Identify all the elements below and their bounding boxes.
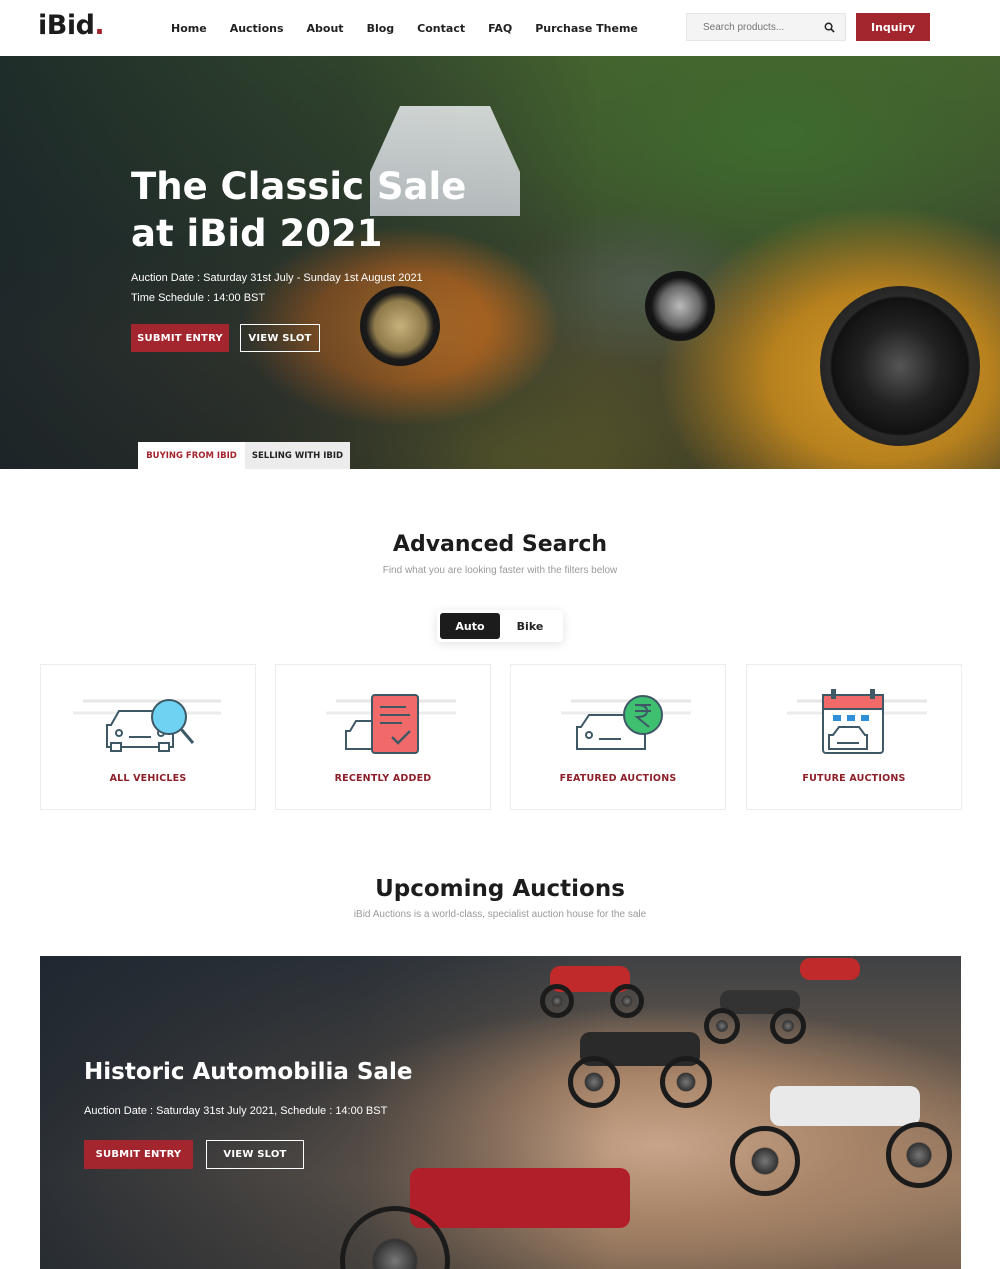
motorcycle-wheel (568, 1056, 620, 1108)
nav-faq[interactable]: FAQ (488, 22, 512, 35)
category-label: FEATURED AUCTIONS (559, 773, 677, 784)
upcoming-auctions-title: Upcoming Auctions (375, 876, 625, 902)
motorcycle-wheel (770, 1008, 806, 1044)
nav-purchase-theme[interactable]: Purchase Theme (535, 22, 638, 35)
hero-wheel (820, 286, 980, 446)
inquiry-button[interactable]: Inquiry (856, 13, 930, 41)
advanced-search-subtitle: Find what you are looking faster with th… (382, 565, 618, 576)
car-calendar-icon (787, 689, 927, 754)
category-label: RECENTLY ADDED (334, 773, 432, 784)
hero-title: The Classic Sale at iBid 2021 (131, 165, 467, 255)
motorcycle-wheel (704, 1008, 740, 1044)
toggle-bike[interactable]: Bike (500, 613, 560, 639)
motorcycle-wheel (886, 1122, 952, 1188)
banner-view-slot-button[interactable]: VIEW SLOT (206, 1140, 304, 1169)
tab-selling-with-ibid[interactable]: SELLING WITH IBID (245, 442, 350, 469)
category-card-recently-added[interactable]: RECENTLY ADDED (275, 664, 491, 810)
banner-submit-entry-button[interactable]: SUBMIT ENTRY (84, 1140, 193, 1169)
category-label: ALL VEHICLES (109, 773, 187, 784)
car-rupee-icon (561, 695, 691, 750)
auction-banner: Historic Automobilia Sale Auction Date :… (40, 956, 961, 1269)
search-input[interactable] (703, 21, 821, 33)
nav-contact[interactable]: Contact (417, 22, 465, 35)
motorcycle-image (410, 1168, 630, 1228)
hero-wheel (360, 286, 440, 366)
toggle-auto[interactable]: Auto (440, 613, 500, 639)
upcoming-auctions-subtitle: iBid Auctions is a world-class, speciali… (353, 909, 647, 920)
category-card-future-auctions[interactable]: FUTURE AUCTIONS (746, 664, 962, 810)
hero-view-slot-button[interactable]: VIEW SLOT (240, 324, 320, 352)
category-card-all-vehicles[interactable]: ALL VEHICLES (40, 664, 256, 810)
motorcycle-wheel (660, 1056, 712, 1108)
logo[interactable]: iBid. (38, 10, 105, 41)
hero-time-schedule: Time Schedule : 14:00 BST (131, 292, 266, 304)
banner-date: Auction Date : Saturday 31st July 2021, … (84, 1105, 388, 1117)
motorcycle-wheel (540, 984, 574, 1018)
tab-buying-from-ibid[interactable]: BUYING FROM IBID (138, 442, 245, 469)
main-nav: Home Auctions About Blog Contact FAQ Pur… (171, 0, 661, 56)
vehicle-type-toggle: Auto Bike (437, 610, 563, 642)
nav-home[interactable]: Home (171, 22, 207, 35)
category-card-featured-auctions[interactable]: FEATURED AUCTIONS (510, 664, 726, 810)
nav-about[interactable]: About (307, 22, 344, 35)
site-header: iBid. Home Auctions About Blog Contact F… (0, 0, 1000, 56)
search-icon[interactable] (824, 22, 835, 33)
car-checklist-icon (326, 694, 456, 754)
hero-banner: The Classic Sale at iBid 2021 Auction Da… (0, 56, 1000, 469)
hero-auction-date: Auction Date : Saturday 31st July - Sund… (131, 272, 423, 284)
nav-blog[interactable]: Blog (367, 22, 395, 35)
banner-title: Historic Automobilia Sale (84, 1059, 413, 1085)
search-box (686, 13, 846, 41)
motorcycle-image (770, 1086, 920, 1126)
motorcycle-image (800, 958, 860, 980)
nav-auctions[interactable]: Auctions (230, 22, 284, 35)
car-magnifier-icon (73, 699, 221, 752)
hero-wheel (645, 271, 715, 341)
motorcycle-wheel (610, 984, 644, 1018)
motorcycle-wheel (730, 1126, 800, 1196)
category-label: FUTURE AUCTIONS (802, 773, 906, 784)
advanced-search-title: Advanced Search (392, 532, 608, 557)
hero-submit-entry-button[interactable]: SUBMIT ENTRY (131, 324, 229, 352)
